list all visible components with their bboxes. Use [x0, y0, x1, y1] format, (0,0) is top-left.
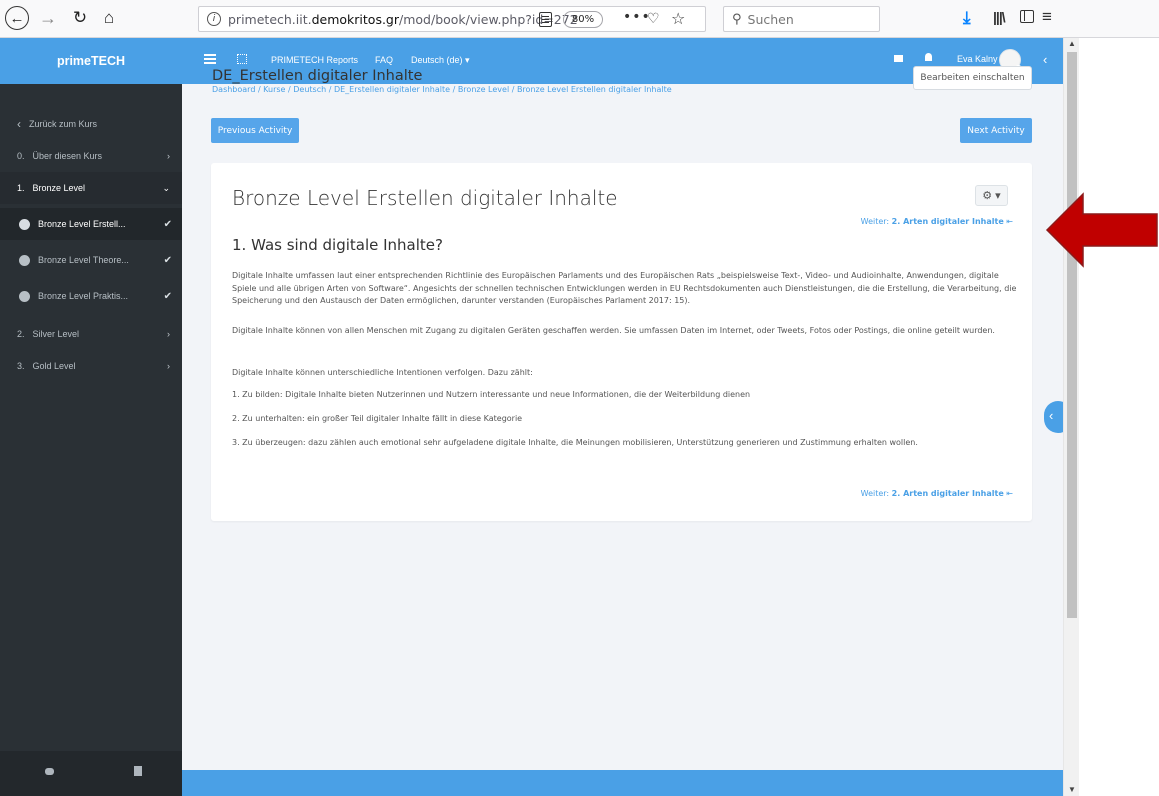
nav-link-faq[interactable]: FAQ [375, 55, 393, 65]
list-item: 3. Zu überzeugen: dazu zählen auch emoti… [232, 438, 918, 447]
sidebar-item-number: 3. [17, 361, 25, 371]
sidebar-item-number: 1. [17, 183, 25, 193]
book-icon [19, 254, 30, 266]
download-icon[interactable]: ⤓ [963, 8, 971, 28]
edit-mode-button[interactable]: Bearbeiten einschalten [913, 66, 1032, 90]
pocket-icon[interactable]: ♡ [647, 11, 660, 27]
home-icon[interactable]: ⌂ [98, 6, 120, 30]
sidebar-item-silver-level[interactable]: 2. Silver Level › [0, 318, 182, 350]
sidebar-item-back-to-course[interactable]: ‹ Zurück zum Kurs [0, 108, 182, 140]
document-icon[interactable] [134, 766, 142, 776]
info-icon[interactable]: i [207, 12, 221, 26]
sidebar-item-label: Silver Level [32, 329, 80, 339]
sidebar-footer [0, 751, 182, 796]
sidebar-item-label: Bronze Level Theore... [38, 255, 129, 265]
chapter-title: 1. Was sind digitale Inhalte? [232, 236, 443, 254]
sidebar-item-label: Bronze Level [32, 183, 86, 193]
url-text: primetech.iit.demokritos.gr/mod/book/vie… [228, 11, 578, 27]
page-viewport: primeTECH PRIMETECH Reports FAQ Deutsch … [0, 38, 1063, 796]
sidebar-item-bronze-level[interactable]: 1. Bronze Level ⌄ [0, 172, 182, 204]
sidebar-item-bronze-theorie[interactable]: Bronze Level Theore... ✔ [0, 244, 182, 276]
annotation-arrow [1045, 192, 1158, 268]
library-icon[interactable]: |||\ [993, 9, 1006, 25]
bookmark-star-icon[interactable]: ☆ [671, 9, 685, 28]
search-input[interactable]: ⚲ Suchen [723, 6, 880, 32]
course-sidebar: ‹ Zurück zum Kurs 0. Über diesen Kurs › … [0, 84, 182, 796]
previous-activity-button[interactable]: Previous Activity [211, 118, 299, 143]
paragraph: Digitale Inhalte umfassen laut einer ent… [232, 271, 1017, 305]
gear-icon[interactable]: ⚙ ▾ [975, 185, 1008, 206]
search-placeholder: Suchen [747, 11, 794, 27]
next-chapter-link-top[interactable]: Weiter: 2. Arten digitaler Inhalte ⇤ [861, 217, 1013, 226]
chat-icon[interactable] [45, 768, 54, 775]
check-icon: ✔ [163, 218, 172, 230]
scrollbar-thumb[interactable] [1067, 52, 1077, 618]
book-content-card: Bronze Level Erstellen digitaler Inhalte… [211, 163, 1032, 521]
user-name[interactable]: Eva Kalny [957, 54, 998, 64]
sidebar-item-label: Gold Level [32, 361, 76, 371]
sidebar-item-about-course[interactable]: 0. Über diesen Kurs › [0, 140, 182, 172]
footer-bar [182, 770, 1063, 796]
forward-arrow-icon[interactable]: → [38, 6, 58, 30]
sidebar-item-bronze-erstellen[interactable]: Bronze Level Erstell... ✔ [0, 208, 182, 240]
chevron-down-icon: ⌄ [162, 182, 170, 193]
check-icon: ✔ [163, 254, 172, 266]
sidebar-item-number: 2. [17, 329, 25, 339]
zoom-level-badge[interactable]: 80% [563, 11, 603, 28]
page-header: DE_Erstellen digitaler Inhalte Dashboard… [212, 68, 672, 94]
scroll-down-arrow-icon[interactable]: ▼ [1068, 785, 1076, 794]
chevron-right-icon: › [167, 361, 170, 371]
book-icon [19, 290, 30, 302]
paragraph: Digitale Inhalte können von allen Mensch… [232, 326, 995, 335]
book-title: Bronze Level Erstellen digitaler Inhalte [232, 186, 618, 210]
breadcrumb[interactable]: Dashboard / Kurse / Deutsch / DE_Erstell… [212, 85, 672, 94]
sidebar-item-label: Bronze Level Praktis... [38, 291, 129, 301]
chevron-left-icon[interactable]: ‹ [1043, 52, 1047, 67]
language-dropdown[interactable]: Deutsch (de) ▾ [411, 55, 470, 66]
browser-toolbar: ← → ↻ ⌂ i primetech.iit.demokritos.gr/mo… [0, 0, 1159, 38]
reader-view-icon[interactable] [539, 12, 552, 27]
address-bar[interactable]: i primetech.iit.demokritos.gr/mod/book/v… [198, 6, 706, 32]
book-icon [19, 218, 30, 230]
sidebar-item-label: Zurück zum Kurs [29, 119, 98, 129]
list-item: 2. Zu unterhalten: ein großer Teil digit… [232, 414, 523, 423]
check-icon: ✔ [163, 290, 172, 302]
chevron-right-icon: › [167, 151, 170, 161]
scroll-up-arrow-icon[interactable]: ▲ [1068, 39, 1076, 48]
site-brand[interactable]: primeTECH [0, 38, 182, 84]
back-arrow-icon[interactable]: ← [5, 6, 29, 30]
sidebar-item-number: 0. [17, 151, 25, 161]
nav-link-reports[interactable]: PRIMETECH Reports [271, 55, 358, 65]
chevron-left-icon: ‹ [17, 117, 21, 131]
fullscreen-icon[interactable] [237, 54, 247, 64]
search-icon: ⚲ [732, 11, 742, 27]
sidebar-item-bronze-praktisch[interactable]: Bronze Level Praktis... ✔ [0, 280, 182, 312]
list-item: 1. Zu bilden: Digitale Inhalte bieten Nu… [232, 390, 751, 399]
sidebar-item-label: Über diesen Kurs [32, 151, 103, 161]
next-chapter-link-bottom[interactable]: Weiter: 2. Arten digitaler Inhalte ⇤ [861, 489, 1013, 498]
hamburger-menu-icon[interactable]: ≡ [1042, 7, 1052, 27]
chevron-left-icon: ‹ [1049, 408, 1054, 423]
paragraph: Digitale Inhalte können unterschiedliche… [232, 368, 533, 377]
reload-icon[interactable]: ↻ [70, 6, 90, 30]
sidebar-item-label: Bronze Level Erstell... [38, 219, 126, 229]
sidebar-toggle-icon[interactable] [1020, 10, 1034, 23]
drawer-toggle-button[interactable] [1044, 401, 1063, 433]
sidebar-item-gold-level[interactable]: 3. Gold Level › [0, 350, 182, 382]
page-title: DE_Erstellen digitaler Inhalte [212, 68, 423, 84]
hamburger-icon[interactable] [204, 54, 216, 56]
notifications-bell-icon[interactable] [925, 53, 932, 61]
mail-icon[interactable] [894, 55, 903, 62]
chevron-right-icon: › [167, 329, 170, 339]
next-activity-button[interactable]: Next Activity [960, 118, 1032, 143]
vertical-scrollbar[interactable]: ▲ ▼ [1063, 38, 1079, 796]
